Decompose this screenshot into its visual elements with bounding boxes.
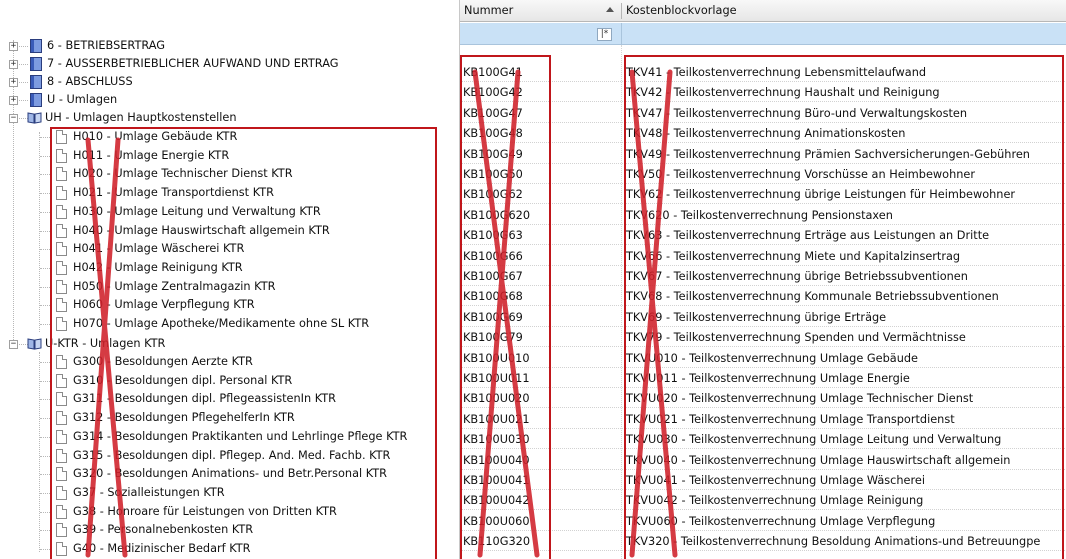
- tree-node-7[interactable]: + 7 - AUSSERBETRIEBLICHER AUFWAND UND ER…: [0, 55, 440, 73]
- expand-icon[interactable]: +: [9, 96, 18, 105]
- filter-row[interactable]: |*: [460, 23, 1066, 45]
- filter-operator-button[interactable]: |*: [597, 28, 612, 41]
- folder-book-icon: [30, 75, 42, 89]
- open-book-icon: [27, 338, 42, 350]
- open-book-icon: [27, 112, 42, 124]
- template-grid[interactable]: Nummer Kostenblockvorlage |* KB100G41 TKV…: [459, 0, 1066, 559]
- collapse-icon[interactable]: −: [9, 340, 18, 349]
- folder-book-icon: [30, 39, 42, 53]
- tree-node-label: UH - Umlagen Hauptkostenstellen: [45, 111, 237, 124]
- grid-header: Nummer Kostenblockvorlage: [460, 0, 1066, 22]
- folder-book-icon: [30, 93, 42, 107]
- tree-connector: [19, 82, 28, 83]
- column-header-kostenblockvorlage[interactable]: Kostenblockvorlage: [622, 0, 1062, 22]
- tree-node-u[interactable]: + U - Umlagen: [0, 91, 440, 109]
- highlight-box: [50, 127, 437, 559]
- expand-icon[interactable]: +: [9, 78, 18, 87]
- tree-connector: [19, 100, 28, 101]
- expand-icon[interactable]: +: [9, 60, 18, 69]
- tree-node-uh[interactable]: − UH - Umlagen Hauptkostenstellen: [0, 109, 440, 127]
- tree-node-label: U - Umlagen: [47, 93, 118, 106]
- sort-ascending-icon: [606, 7, 614, 12]
- tree-connector: [19, 46, 28, 47]
- tree-node-label: 6 - BETRIEBSERTRAG: [47, 39, 166, 52]
- tree-connector: [19, 64, 28, 65]
- tree-node-8[interactable]: + 8 - ABSCHLUSS: [0, 73, 440, 91]
- tree-node-label: 7 - AUSSERBETRIEBLICHER AUFWAND UND ERTR…: [47, 57, 339, 70]
- highlight-box-kostenblockvorlage: [624, 55, 1064, 559]
- column-header-nummer[interactable]: Nummer: [460, 0, 621, 22]
- expand-icon[interactable]: +: [9, 42, 18, 51]
- tree-node-label: 8 - ABSCHLUSS: [47, 75, 133, 88]
- highlight-box-nummer: [460, 55, 551, 559]
- collapse-icon[interactable]: −: [9, 114, 18, 123]
- tree-node-6[interactable]: + 6 - BETRIEBSERTRAG: [0, 37, 440, 55]
- cost-center-tree[interactable]: + 6 - BETRIEBSERTRAG + 7 - AUSSERBETRIEB…: [0, 0, 452, 559]
- folder-book-icon: [30, 57, 42, 71]
- filter-divider: [621, 23, 622, 45]
